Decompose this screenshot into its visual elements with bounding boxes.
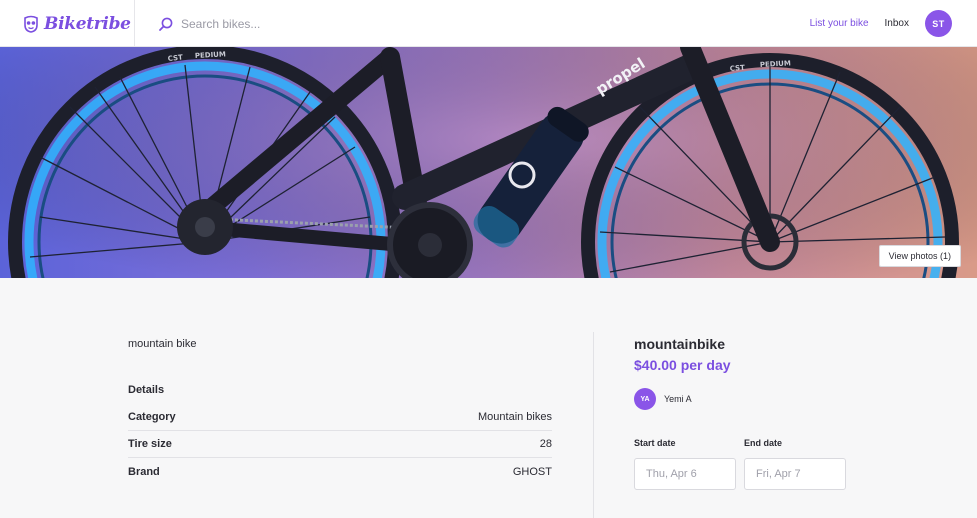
logo[interactable]: Biketribe xyxy=(0,0,135,47)
bike-illustration: CST PEDIUM CST PEDIUM propel xyxy=(0,47,977,278)
search-bar xyxy=(135,0,535,47)
search-icon xyxy=(158,16,174,32)
detail-label: Brand xyxy=(128,465,160,478)
detail-value: Mountain bikes xyxy=(478,411,552,423)
end-date-input[interactable] xyxy=(744,458,846,490)
inbox-link[interactable]: Inbox xyxy=(885,18,909,29)
view-photos-button[interactable]: View photos (1) xyxy=(878,245,961,267)
detail-label: Category xyxy=(128,411,176,423)
rear-tire-brand-text: CST xyxy=(167,53,183,63)
search-input[interactable] xyxy=(181,16,481,31)
detail-value: GHOST xyxy=(512,465,552,478)
bike-hero-photo[interactable]: CST PEDIUM CST PEDIUM propel View photos… xyxy=(0,47,977,278)
user-avatar[interactable]: ST xyxy=(925,10,952,37)
rear-tire-model-text: PEDIUM xyxy=(195,50,226,60)
detail-row-category: Category Mountain bikes xyxy=(128,404,552,431)
listing-title: mountainbike xyxy=(634,336,726,352)
start-date-input[interactable] xyxy=(634,458,736,490)
end-date-label: End date xyxy=(744,438,783,448)
detail-row-tire-size: Tire size 28 xyxy=(128,431,552,458)
owner-avatar[interactable]: YA xyxy=(634,388,656,410)
owner-name[interactable]: Yemi A xyxy=(664,394,692,404)
listing-price: $40.00 per day xyxy=(634,357,731,373)
listing-description: mountain bike xyxy=(128,338,197,350)
header-actions: List your bike Inbox ST xyxy=(810,0,977,47)
column-divider xyxy=(593,332,594,518)
details-heading: Details xyxy=(128,384,165,396)
list-your-bike-link[interactable]: List your bike xyxy=(810,18,869,29)
detail-label: Tire size xyxy=(128,438,172,450)
front-tire-model-text: PEDIUM xyxy=(760,59,791,69)
top-navigation-bar: Biketribe List your bike Inbox ST xyxy=(0,0,977,47)
logo-text: Biketribe xyxy=(44,13,131,34)
start-date-label: Start date xyxy=(634,438,676,448)
owner-info[interactable]: YA Yemi A xyxy=(634,388,692,410)
detail-row-brand: Brand GHOST xyxy=(128,458,552,485)
biketribe-logo-icon xyxy=(22,15,40,33)
listing-content: mountain bike Details Category Mountain … xyxy=(0,278,977,518)
front-tire-brand-text: CST xyxy=(729,64,745,73)
detail-value: 28 xyxy=(539,438,552,450)
